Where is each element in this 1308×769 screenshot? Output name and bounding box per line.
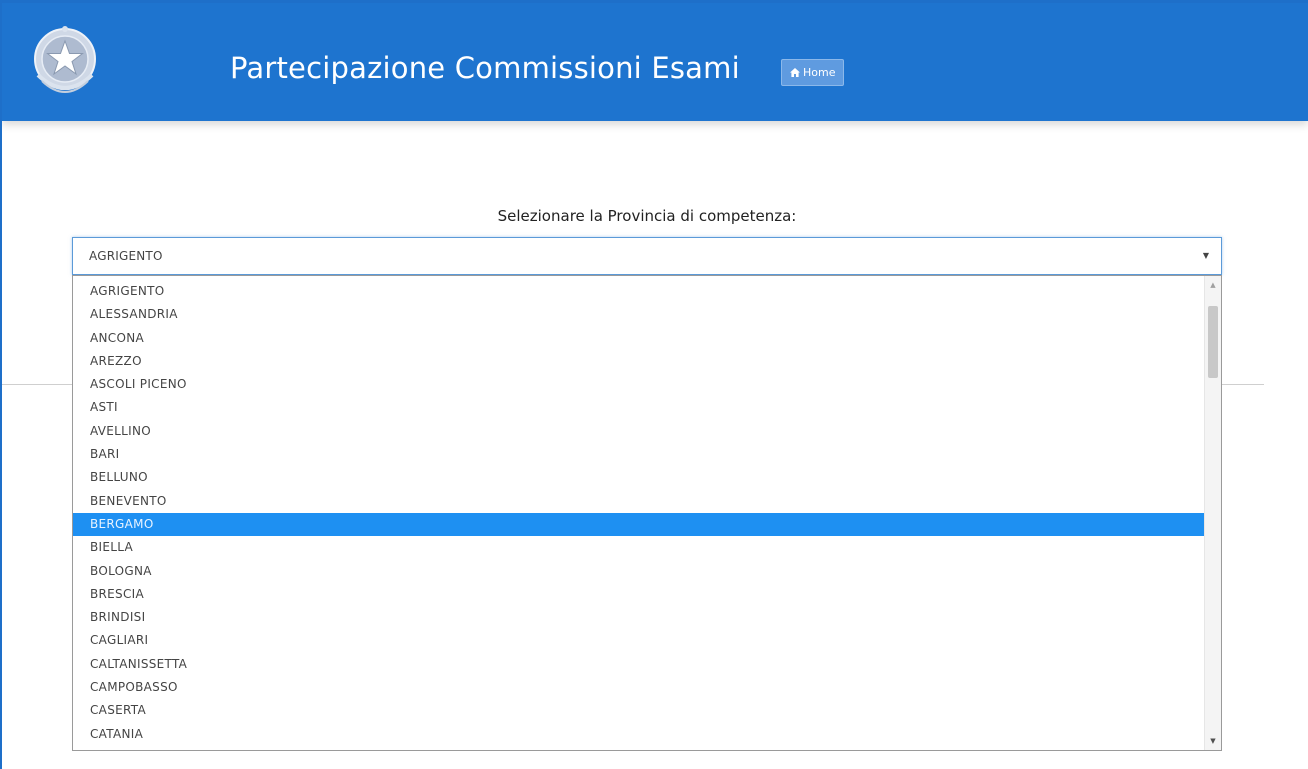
dropdown-option-ascoli-piceno[interactable]: ASCOLI PICENO bbox=[73, 373, 1204, 396]
dropdown-option-alessandria[interactable]: ALESSANDRIA bbox=[73, 303, 1204, 326]
dropdown-option-campobasso[interactable]: CAMPOBASSO bbox=[73, 676, 1204, 699]
dropdown-scrollbar[interactable]: ▲ ▼ bbox=[1204, 276, 1221, 750]
scroll-down-arrow-icon[interactable]: ▼ bbox=[1205, 734, 1221, 748]
province-select-value: AGRIGENTO bbox=[89, 249, 163, 263]
dropdown-option-agrigento[interactable]: AGRIGENTO bbox=[73, 280, 1204, 303]
chevron-down-icon: ▼ bbox=[1202, 251, 1209, 260]
dropdown-option-avellino[interactable]: AVELLINO bbox=[73, 420, 1204, 443]
dropdown-option-brescia[interactable]: BRESCIA bbox=[73, 583, 1204, 606]
province-prompt-label: Selezionare la Provincia di competenza: bbox=[497, 207, 797, 225]
app-title: Partecipazione Commissioni Esami bbox=[230, 51, 740, 85]
province-options: AGRIGENTO ALESSANDRIA ANCONA AREZZO ASCOLI P… bbox=[73, 280, 1204, 746]
dropdown-option-bologna[interactable]: BOLOGNA bbox=[73, 560, 1204, 583]
emblem-icon bbox=[30, 23, 100, 103]
dropdown-option-ancona[interactable]: ANCONA bbox=[73, 327, 1204, 350]
scrollbar-thumb[interactable] bbox=[1208, 306, 1218, 378]
dropdown-option-catania[interactable]: CATANIA bbox=[73, 723, 1204, 746]
dropdown-option-asti[interactable]: ASTI bbox=[73, 396, 1204, 419]
province-dropdown-list[interactable]: AGRIGENTO ALESSANDRIA ANCONA AREZZO ASCOLI P… bbox=[72, 275, 1222, 751]
dropdown-option-biella[interactable]: BIELLA bbox=[73, 536, 1204, 559]
dropdown-option-benevento[interactable]: BENEVENTO bbox=[73, 490, 1204, 513]
dropdown-option-bari[interactable]: BARI bbox=[73, 443, 1204, 466]
app-header: Partecipazione Commissioni Esami Home bbox=[2, 3, 1308, 121]
home-button-label: Home bbox=[803, 66, 836, 79]
dropdown-option-caltanissetta[interactable]: CALTANISSETTA bbox=[73, 653, 1204, 676]
dropdown-option-bergamo[interactable]: BERGAMO bbox=[73, 512, 1204, 537]
province-select[interactable]: AGRIGENTO ▼ bbox=[72, 237, 1222, 275]
dropdown-option-arezzo[interactable]: AREZZO bbox=[73, 350, 1204, 373]
home-button[interactable]: Home bbox=[781, 59, 845, 86]
dropdown-option-brindisi[interactable]: BRINDISI bbox=[73, 606, 1204, 629]
home-icon bbox=[790, 68, 800, 77]
dropdown-option-caserta[interactable]: CASERTA bbox=[73, 699, 1204, 722]
dropdown-option-belluno[interactable]: BELLUNO bbox=[73, 466, 1204, 489]
app-page: Partecipazione Commissioni Esami Home Se… bbox=[0, 0, 1308, 769]
scroll-up-arrow-icon[interactable]: ▲ bbox=[1205, 278, 1221, 292]
dropdown-option-cagliari[interactable]: CAGLIARI bbox=[73, 629, 1204, 652]
